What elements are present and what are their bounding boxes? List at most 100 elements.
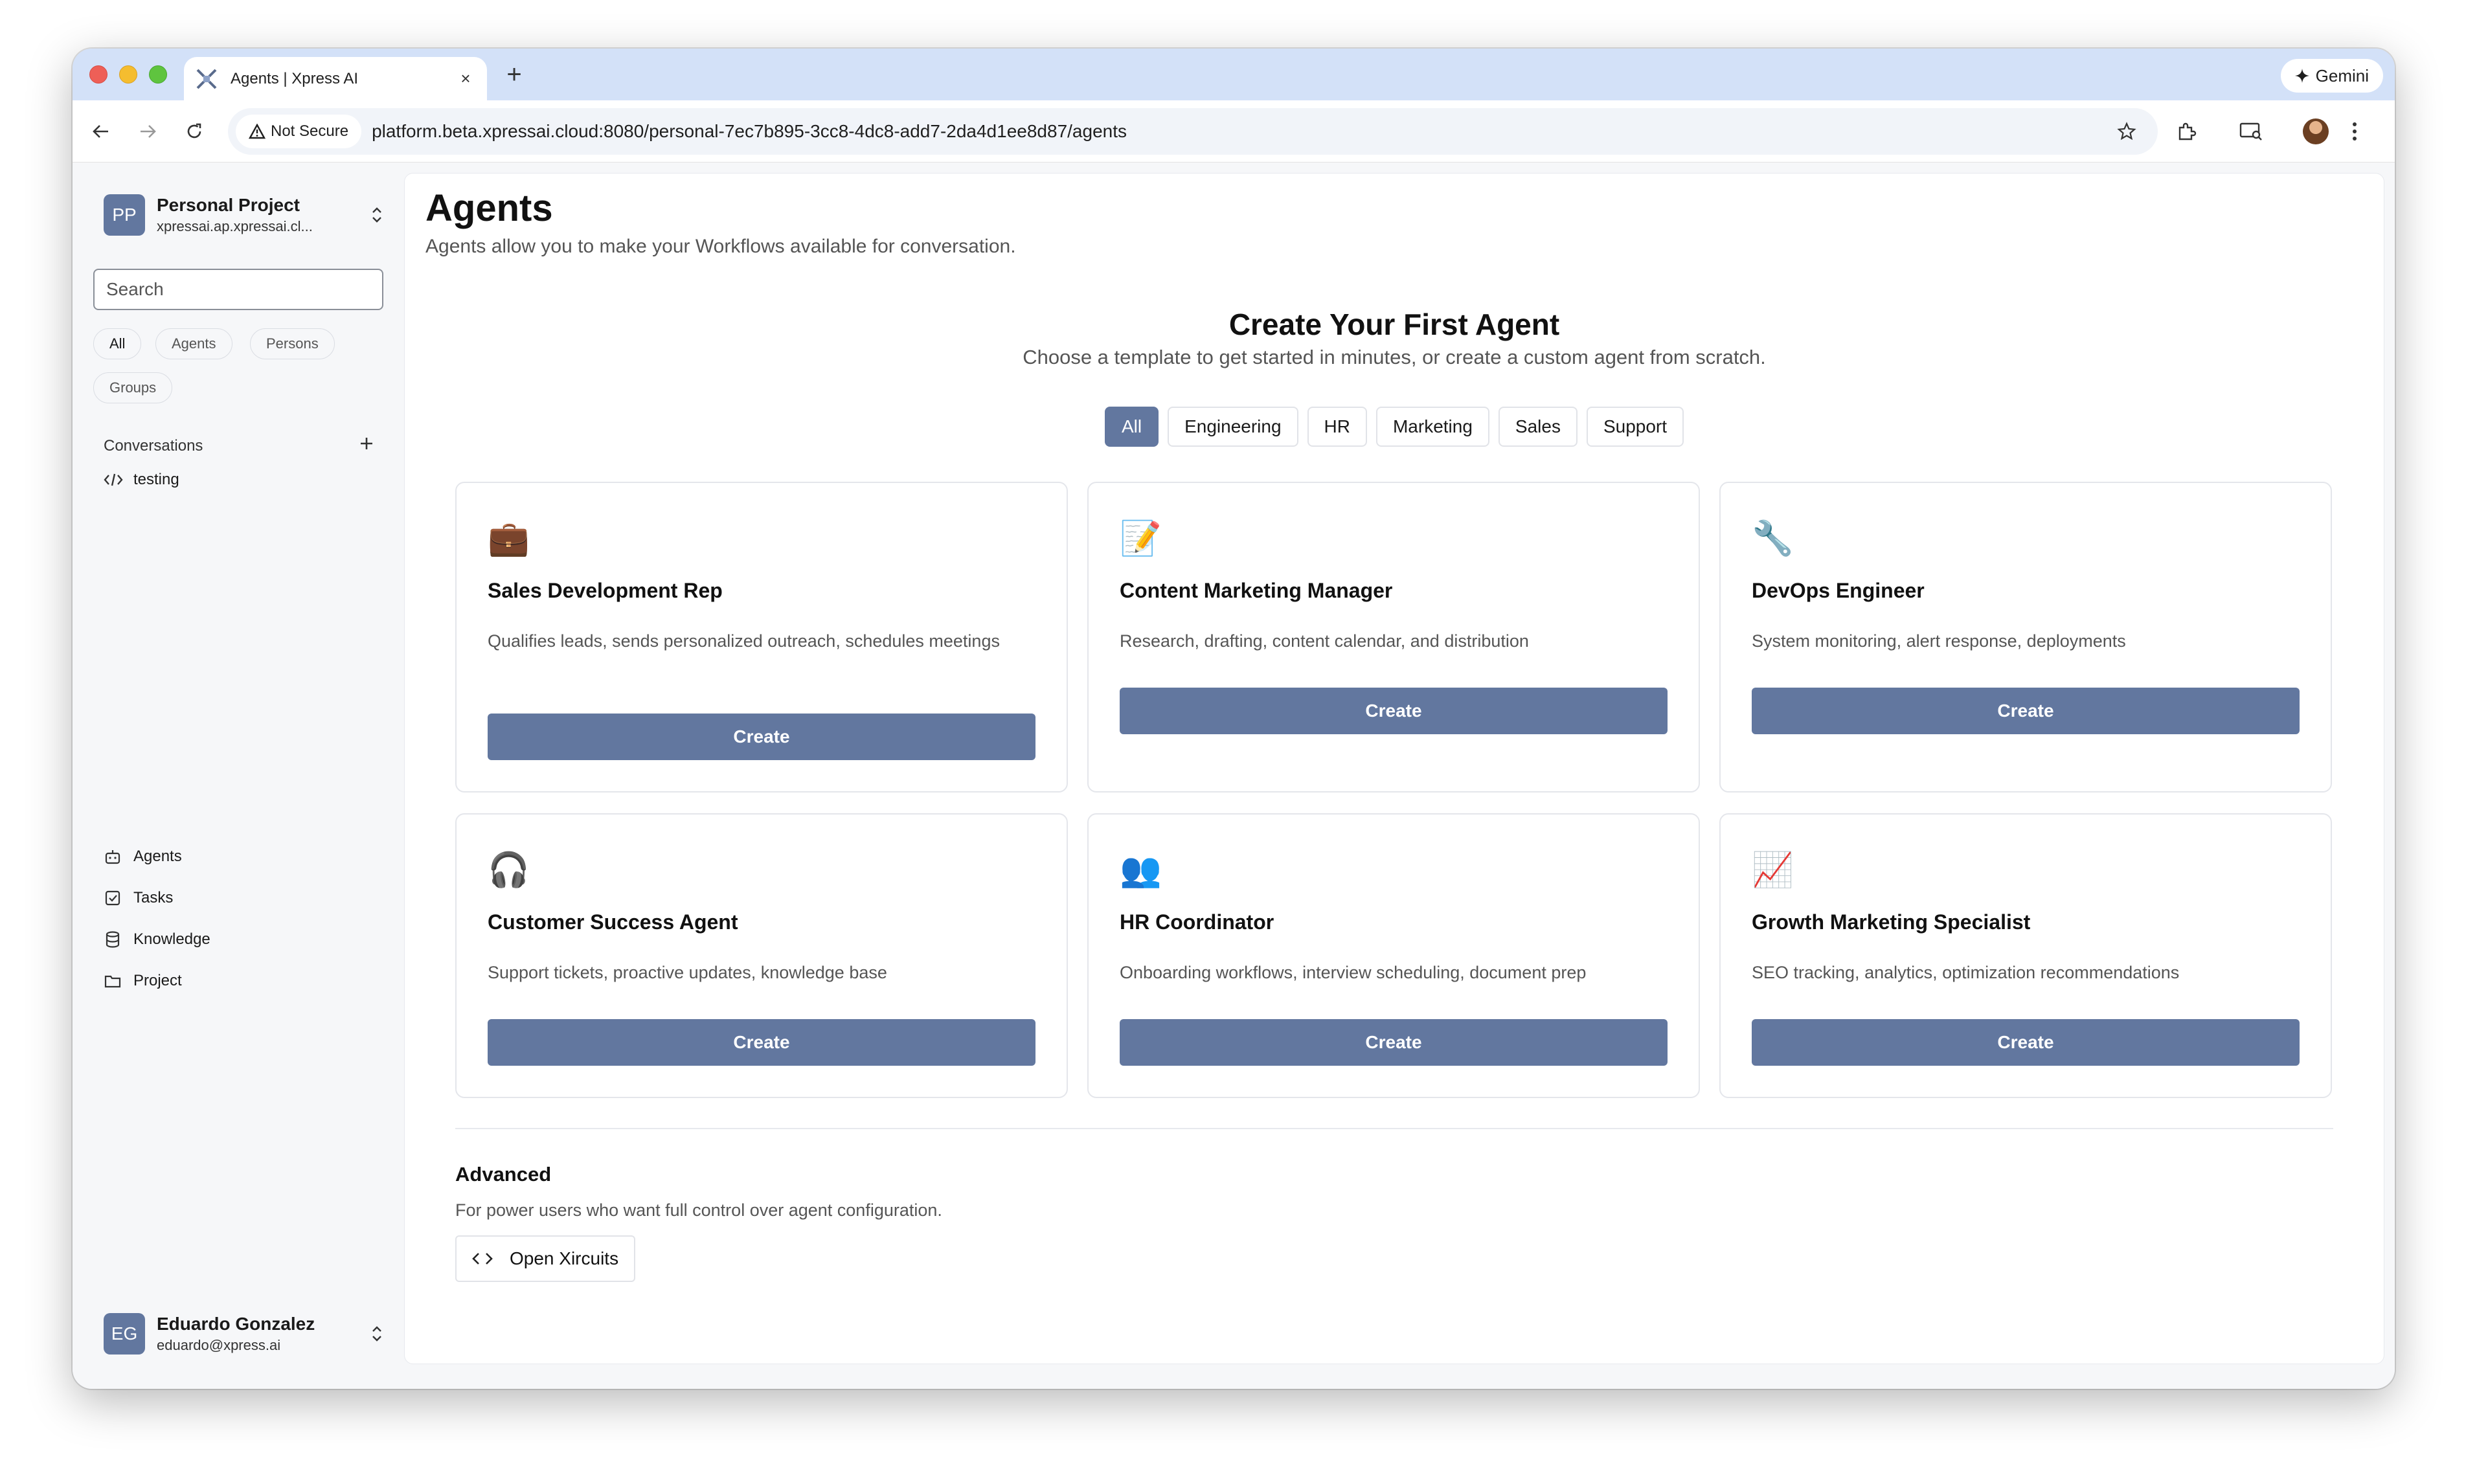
project-avatar: PP <box>104 194 145 236</box>
create-growth-marketing-button[interactable]: Create <box>1752 1019 2300 1066</box>
database-icon <box>106 931 120 948</box>
new-tab-button[interactable]: + <box>500 60 528 89</box>
template-card: 🎧 Customer Success Agent Support tickets… <box>455 813 1068 1098</box>
page-title: Agents <box>425 187 553 229</box>
cast-search-icon[interactable] <box>2235 116 2267 147</box>
url-text[interactable]: platform.beta.xpressai.cloud:8080/person… <box>372 121 2109 142</box>
browser-window: Agents | Xpress AI × + Gemini Not Secure… <box>73 49 2395 1389</box>
tab-strip: Agents | Xpress AI × + Gemini <box>73 49 2395 100</box>
conversations-label: Conversations <box>104 437 203 455</box>
card-description: SEO tracking, analytics, optimization re… <box>1752 963 2180 982</box>
search-placeholder: Search <box>106 279 164 299</box>
project-info: Personal Project xpressai.ap.xpressai.cl… <box>157 195 365 235</box>
security-label: Not Secure <box>271 122 349 140</box>
template-card: 💼 Sales Development Rep Qualifies leads,… <box>455 482 1068 793</box>
browser-toolbar: Not Secure platform.beta.xpressai.cloud:… <box>73 100 2395 163</box>
user-email: eduardo@xpress.ai <box>157 1337 281 1353</box>
card-description: Qualifies leads, sends personalized outr… <box>488 631 1000 651</box>
chart-increasing-icon: 📈 <box>1752 851 1794 889</box>
minimize-window-button[interactable] <box>119 65 137 84</box>
card-description: Onboarding workflows, interview scheduli… <box>1120 963 1587 982</box>
bookmark-star-icon[interactable] <box>2109 122 2145 141</box>
chevron-up-down-icon <box>365 206 389 224</box>
nav-label: Knowledge <box>133 930 210 948</box>
main-panel: Agents Agents allow you to make your Wor… <box>404 173 2384 1364</box>
browser-tab[interactable]: Agents | Xpress AI × <box>184 57 487 100</box>
create-sales-rep-button[interactable]: Create <box>488 714 1035 760</box>
address-bar[interactable]: Not Secure platform.beta.xpressai.cloud:… <box>228 108 2158 155</box>
back-arrow-icon[interactable] <box>85 116 117 147</box>
sidebar-search-input[interactable]: Search <box>93 269 383 310</box>
card-title: Content Marketing Manager <box>1120 579 1393 602</box>
card-title: Growth Marketing Specialist <box>1752 910 2031 934</box>
project-name: Personal Project <box>157 195 300 215</box>
more-vertical-icon[interactable] <box>2339 116 2370 147</box>
filter-groups[interactable]: Groups <box>93 372 173 403</box>
bot-icon <box>105 850 120 864</box>
category-hr[interactable]: HR <box>1307 407 1367 447</box>
nav-item-tasks[interactable]: Tasks <box>104 889 173 907</box>
nav-item-project[interactable]: Project <box>104 972 182 990</box>
category-support[interactable]: Support <box>1586 407 1684 447</box>
warning-icon <box>249 124 266 139</box>
folder-icon <box>104 975 121 988</box>
advanced-subtitle: For power users who want full control ov… <box>455 1200 942 1220</box>
reload-icon[interactable] <box>179 116 210 147</box>
briefcase-icon: 💼 <box>488 520 530 557</box>
sparkle-icon <box>2294 69 2309 83</box>
maximize-window-button[interactable] <box>149 65 167 84</box>
filter-all[interactable]: All <box>93 328 142 359</box>
profile-avatar[interactable] <box>2300 116 2331 147</box>
sidebar: PP Personal Project xpressai.ap.xpressai… <box>73 163 396 1389</box>
user-info: Eduardo Gonzalez eduardo@xpress.ai <box>157 1314 365 1354</box>
category-all[interactable]: All <box>1104 407 1159 447</box>
nav-label: Tasks <box>133 889 174 906</box>
card-description: Support tickets, proactive updates, know… <box>488 963 887 982</box>
user-name: Eduardo Gonzalez <box>157 1314 315 1334</box>
user-switcher[interactable]: EG Eduardo Gonzalez eduardo@xpress.ai <box>104 1311 389 1356</box>
extensions-puzzle-icon[interactable] <box>2171 116 2202 147</box>
close-window-button[interactable] <box>89 65 107 84</box>
create-content-marketing-button[interactable]: Create <box>1120 688 1668 734</box>
memo-icon: 📝 <box>1120 520 1162 557</box>
security-chip[interactable]: Not Secure <box>236 115 362 148</box>
create-customer-success-button[interactable]: Create <box>488 1019 1035 1066</box>
nav-item-agents[interactable]: Agents <box>104 848 182 866</box>
xpress-favicon-icon <box>196 68 218 90</box>
category-engineering[interactable]: Engineering <box>1168 407 1298 447</box>
chevron-up-down-icon <box>365 1325 389 1343</box>
nav-label: Agents <box>133 848 182 865</box>
tab-title: Agents | Xpress AI <box>231 69 359 87</box>
card-title: Customer Success Agent <box>488 910 738 934</box>
tab-close-icon[interactable]: × <box>456 69 475 89</box>
headphones-icon: 🎧 <box>488 851 530 889</box>
create-hr-coordinator-button[interactable]: Create <box>1120 1019 1668 1066</box>
create-devops-button[interactable]: Create <box>1752 688 2300 734</box>
card-title: Sales Development Rep <box>488 579 723 602</box>
project-subtitle: xpressai.ap.xpressai.cl... <box>157 218 313 234</box>
people-icon: 👥 <box>1120 851 1162 889</box>
forward-arrow-icon[interactable] <box>132 116 163 147</box>
category-marketing[interactable]: Marketing <box>1375 407 1489 447</box>
page-subtitle: Agents allow you to make your Workflows … <box>425 236 1016 257</box>
conversation-item[interactable]: testing <box>104 471 179 489</box>
gemini-button[interactable]: Gemini <box>2280 59 2383 93</box>
filter-persons[interactable]: Persons <box>250 328 335 359</box>
category-sales[interactable]: Sales <box>1498 407 1578 447</box>
card-description: Research, drafting, content calendar, an… <box>1120 631 1529 651</box>
user-avatar: EG <box>104 1313 145 1355</box>
code-icon <box>104 473 123 486</box>
advanced-title: Advanced <box>455 1163 552 1186</box>
card-title: DevOps Engineer <box>1752 579 1925 602</box>
card-description: System monitoring, alert response, deplo… <box>1752 631 2126 651</box>
project-switcher[interactable]: PP Personal Project xpressai.ap.xpressai… <box>104 192 389 238</box>
template-card: 🔧 DevOps Engineer System monitoring, ale… <box>1719 482 2332 793</box>
hero-subtitle: Choose a template to get started in minu… <box>1023 346 1766 368</box>
add-conversation-button[interactable] <box>354 431 379 456</box>
open-xircuits-button[interactable]: Open Xircuits <box>455 1235 636 1282</box>
open-xircuits-label: Open Xircuits <box>510 1248 619 1268</box>
filter-agents[interactable]: Agents <box>155 328 232 359</box>
gemini-label: Gemini <box>2315 65 2369 85</box>
card-title: HR Coordinator <box>1120 910 1274 934</box>
nav-item-knowledge[interactable]: Knowledge <box>104 930 210 949</box>
